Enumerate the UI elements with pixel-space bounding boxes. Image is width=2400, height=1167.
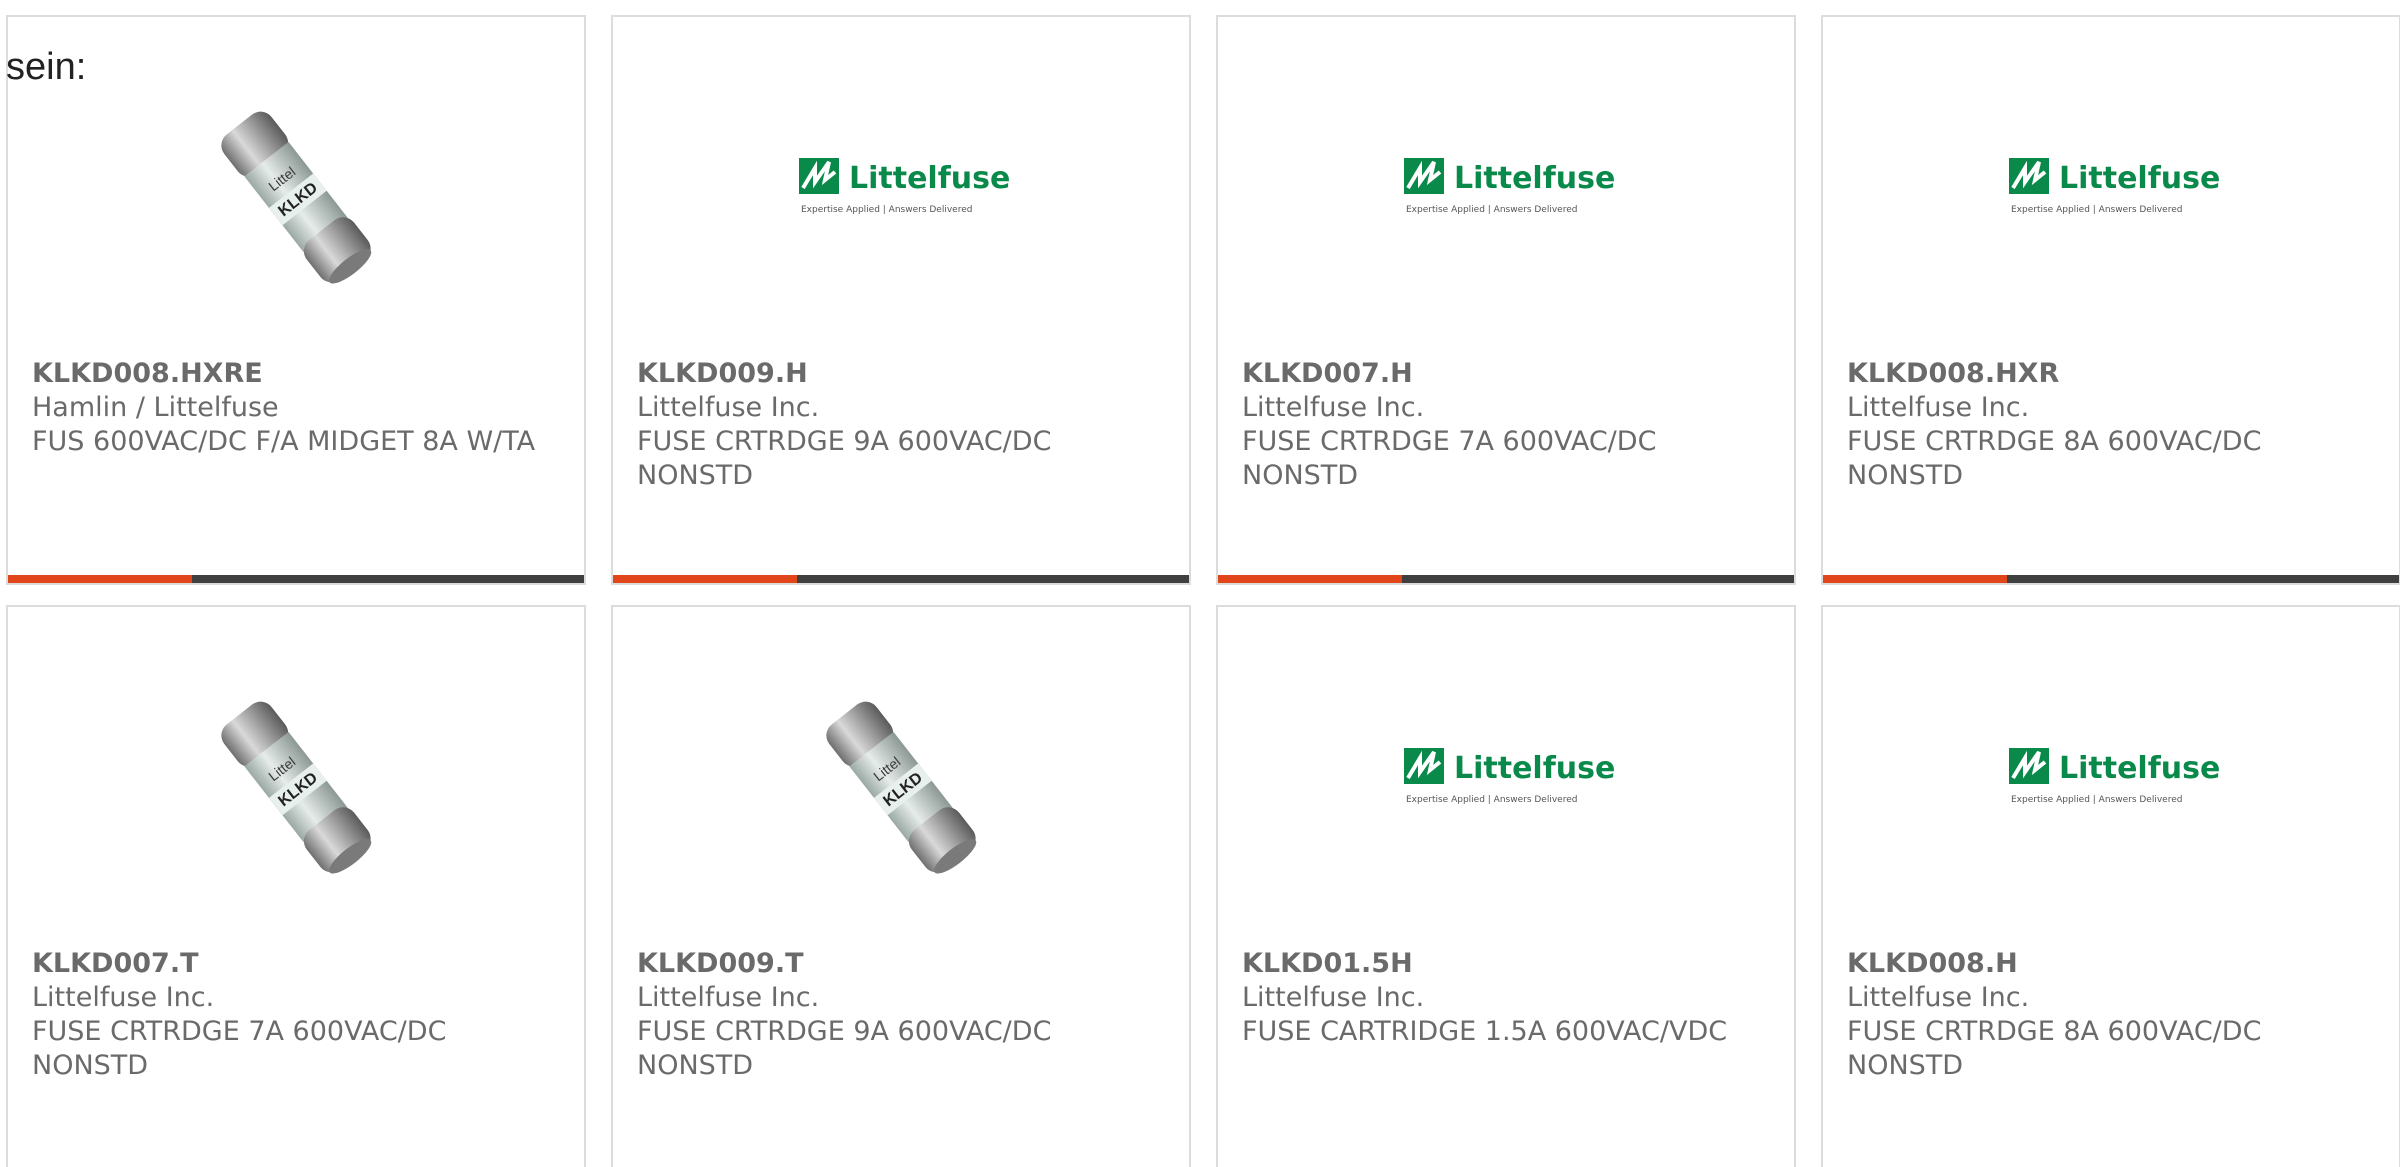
part-number[interactable]: KLKD008.H: [1847, 947, 2375, 981]
littelfuse-logo: Littelfuse Expertise Applied | Answers D…: [799, 158, 1010, 215]
description: FUSE CRTRDGE 7A 600VAC/DC NONSTD: [32, 1016, 447, 1081]
product-card[interactable]: Littelfuse Expertise Applied | Answers D…: [1821, 605, 2400, 1167]
product-image[interactable]: Littel KLKD: [8, 607, 584, 937]
fuse-image: Littel KLKD: [826, 701, 977, 874]
manufacturer: Littelfuse Inc.: [1242, 392, 1425, 423]
manufacturer: Littelfuse Inc.: [637, 392, 820, 423]
svg-text:Littelfuse: Littelfuse: [849, 161, 1010, 196]
product-image[interactable]: Littel KLKD: [613, 607, 1189, 937]
product-image[interactable]: Littelfuse Expertise Applied | Answers D…: [1218, 607, 1794, 937]
card-progress-bar: [1823, 575, 2399, 583]
product-image[interactable]: Littelfuse Expertise Applied | Answers D…: [613, 17, 1189, 347]
product-card[interactable]: Littelfuse Expertise Applied | Answers D…: [611, 15, 1191, 585]
littelfuse-logo: Littelfuse Expertise Applied | Answers D…: [2009, 158, 2220, 215]
product-info: KLKD009.H Littelfuse Inc. FUSE CRTRDGE 9A …: [637, 357, 1165, 493]
product-card[interactable]: Littel KLKD KLKD007.T Littelfuse Inc. FUSE…: [6, 605, 586, 1167]
svg-text:Littelfuse: Littelfuse: [2059, 161, 2220, 196]
svg-text:Expertise Applied | Answers De: Expertise Applied | Answers Delivered: [1406, 795, 1577, 805]
manufacturer: Hamlin / Littelfuse: [32, 392, 279, 423]
product-info: KLKD009.T Littelfuse Inc. FUSE CRTRDGE 9A …: [637, 947, 1165, 1083]
svg-text:Littelfuse: Littelfuse: [1454, 161, 1615, 196]
svg-text:Expertise Applied | Answers De: Expertise Applied | Answers Delivered: [2011, 795, 2182, 805]
product-image[interactable]: Littelfuse Expertise Applied | Answers D…: [1823, 17, 2399, 347]
intro-text: sein:: [6, 46, 87, 88]
littelfuse-logo: Littelfuse Expertise Applied | Answers D…: [1404, 748, 1615, 805]
manufacturer: Littelfuse Inc.: [1847, 392, 2030, 423]
part-number[interactable]: KLKD007.H: [1242, 357, 1770, 391]
manufacturer: Littelfuse Inc.: [1847, 982, 2030, 1013]
product-card[interactable]: Littelfuse Expertise Applied | Answers D…: [1216, 15, 1796, 585]
product-info: KLKD01.5H Littelfuse Inc. FUSE CARTRIDGE 1…: [1242, 947, 1770, 1049]
littelfuse-logo: Littelfuse Expertise Applied | Answers D…: [2009, 748, 2220, 805]
part-number[interactable]: KLKD008.HXR: [1847, 357, 2375, 391]
product-info: KLKD008.H Littelfuse Inc. FUSE CRTRDGE 8A …: [1847, 947, 2375, 1083]
card-progress-fill: [1823, 575, 2008, 583]
product-info: KLKD007.H Littelfuse Inc. FUSE CRTRDGE 7A …: [1242, 357, 1770, 493]
svg-text:Littelfuse: Littelfuse: [2059, 751, 2220, 786]
product-info: KLKD008.HXR Littelfuse Inc. FUSE CRTRDGE 8…: [1847, 357, 2375, 493]
svg-text:Expertise Applied | Answers De: Expertise Applied | Answers Delivered: [1406, 205, 1577, 215]
card-progress-fill: [1218, 575, 1403, 583]
description: FUSE CRTRDGE 9A 600VAC/DC NONSTD: [637, 426, 1052, 491]
part-number[interactable]: KLKD008.HXRE: [32, 357, 560, 391]
product-image[interactable]: Littelfuse Expertise Applied | Answers D…: [1218, 17, 1794, 347]
part-number[interactable]: KLKD01.5H: [1242, 947, 1770, 981]
svg-text:Expertise Applied | Answers De: Expertise Applied | Answers Delivered: [801, 205, 972, 215]
manufacturer: Littelfuse Inc.: [32, 982, 215, 1013]
svg-text:Littelfuse: Littelfuse: [1454, 751, 1615, 786]
description: FUSE CRTRDGE 8A 600VAC/DC NONSTD: [1847, 1016, 2262, 1081]
product-card[interactable]: Littel KLKD KLKD008.HXRE Hamlin / Littelf…: [6, 15, 586, 585]
card-progress-bar: [1218, 575, 1794, 583]
product-image[interactable]: Littelfuse Expertise Applied | Answers D…: [1823, 607, 2399, 937]
card-progress-fill: [8, 575, 193, 583]
product-card[interactable]: Littelfuse Expertise Applied | Answers D…: [1821, 15, 2400, 585]
description: FUSE CARTRIDGE 1.5A 600VAC/VDC: [1242, 1016, 1728, 1047]
product-info: KLKD008.HXRE Hamlin / Littelfuse FUS 600VA…: [32, 357, 560, 459]
part-number[interactable]: KLKD009.H: [637, 357, 1165, 391]
part-number[interactable]: KLKD009.T: [637, 947, 1165, 981]
page: sein: Littel KLKD KLKD008.HXRE Hamlin / …: [0, 0, 2400, 1167]
card-progress-bar: [8, 575, 584, 583]
card-progress-bar: [613, 575, 1189, 583]
product-image[interactable]: Littel KLKD: [8, 17, 584, 347]
description: FUS 600VAC/DC F/A MIDGET 8A W/TA: [32, 426, 536, 457]
fuse-image: Littel KLKD: [221, 111, 372, 284]
fuse-image: Littel KLKD: [221, 701, 372, 874]
description: FUSE CRTRDGE 8A 600VAC/DC NONSTD: [1847, 426, 2262, 491]
manufacturer: Littelfuse Inc.: [1242, 982, 1425, 1013]
littelfuse-logo: Littelfuse Expertise Applied | Answers D…: [1404, 158, 1615, 215]
part-number[interactable]: KLKD007.T: [32, 947, 560, 981]
product-card[interactable]: Littel KLKD KLKD009.T Littelfuse Inc. FUSE…: [611, 605, 1191, 1167]
svg-text:Expertise Applied | Answers De: Expertise Applied | Answers Delivered: [2011, 205, 2182, 215]
card-progress-fill: [613, 575, 798, 583]
description: FUSE CRTRDGE 9A 600VAC/DC NONSTD: [637, 1016, 1052, 1081]
product-info: KLKD007.T Littelfuse Inc. FUSE CRTRDGE 7A …: [32, 947, 560, 1083]
manufacturer: Littelfuse Inc.: [637, 982, 820, 1013]
product-card[interactable]: Littelfuse Expertise Applied | Answers D…: [1216, 605, 1796, 1167]
description: FUSE CRTRDGE 7A 600VAC/DC NONSTD: [1242, 426, 1657, 491]
